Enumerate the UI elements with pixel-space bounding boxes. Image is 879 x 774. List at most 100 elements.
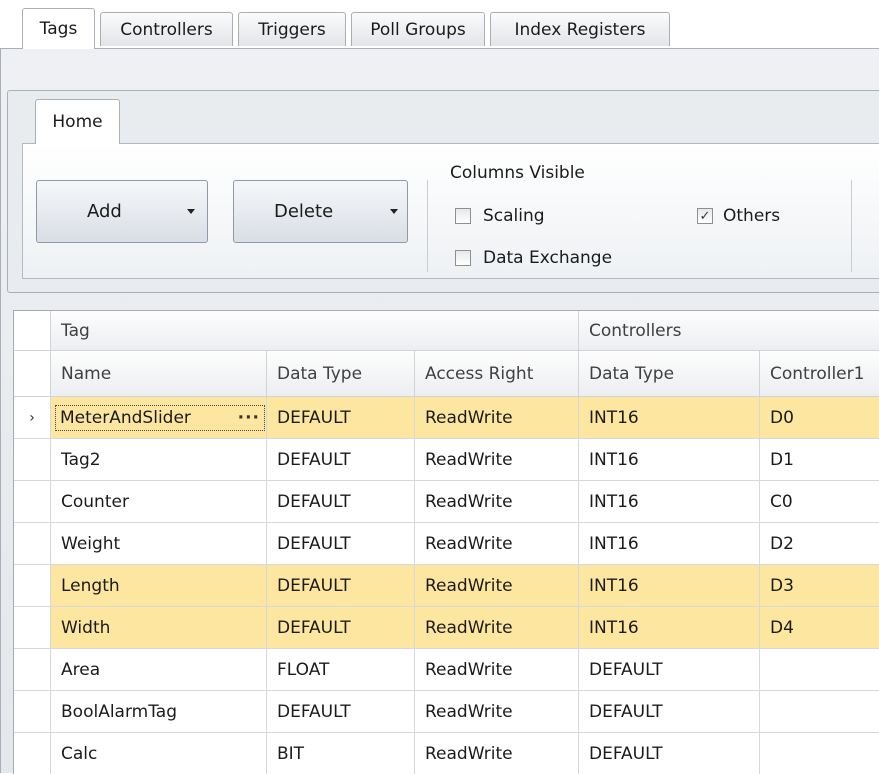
cell-text: FLOAT <box>277 659 330 680</box>
row-indicator-cell[interactable] <box>14 733 51 774</box>
tab-poll-groups[interactable]: Poll Groups <box>351 12 485 46</box>
add-button[interactable]: Add <box>36 180 208 243</box>
delete-button[interactable]: Delete <box>233 180 408 243</box>
column-header[interactable]: Data Type <box>267 351 415 397</box>
cell-text: ReadWrite <box>425 659 513 680</box>
checkbox-scaling[interactable]: Scaling <box>455 206 545 226</box>
table-cell[interactable]: DEFAULT <box>579 649 760 691</box>
row-indicator-cell[interactable] <box>14 649 51 691</box>
column-header[interactable]: Access Right <box>415 351 579 397</box>
table-row[interactable]: BoolAlarmTag DEFAULT ReadWrite DEFAULT <box>14 691 879 733</box>
table-cell[interactable]: Tag2 <box>51 439 267 481</box>
tab-triggers[interactable]: Triggers <box>238 12 346 46</box>
row-indicator-cell[interactable] <box>14 439 51 481</box>
table-cell[interactable]: ReadWrite <box>415 397 579 439</box>
table-cell[interactable]: DEFAULT <box>267 565 415 607</box>
table-cell[interactable]: Width <box>51 607 267 649</box>
ribbon-tab-home[interactable]: Home <box>35 99 120 144</box>
cell-editor[interactable]: MeterAndSlider ··· <box>55 404 265 431</box>
column-header[interactable]: Data Type <box>579 351 760 397</box>
checkbox-box[interactable] <box>455 250 471 266</box>
table-cell[interactable]: ReadWrite <box>415 733 579 774</box>
table-cell[interactable] <box>760 649 879 691</box>
table-cell[interactable]: DEFAULT <box>267 691 415 733</box>
row-indicator-cell[interactable] <box>14 691 51 733</box>
column-header[interactable]: Name <box>51 351 267 397</box>
tab-poll-groups-label: Poll Groups <box>370 19 466 40</box>
table-cell[interactable]: ReadWrite <box>415 481 579 523</box>
table-cell[interactable]: DEFAULT <box>267 439 415 481</box>
table-row[interactable]: Area FLOAT ReadWrite DEFAULT <box>14 649 879 691</box>
checkbox-box-checked[interactable]: ✓ <box>697 208 713 224</box>
table-cell[interactable]: C0 <box>760 481 879 523</box>
column-header[interactable]: Controller1 <box>760 351 879 397</box>
tab-index-registers[interactable]: Index Registers <box>490 12 670 46</box>
table-cell[interactable]: DEFAULT <box>267 607 415 649</box>
tab-controllers[interactable]: Controllers <box>100 12 233 46</box>
ribbon-separator <box>851 180 852 272</box>
table-row[interactable]: Length DEFAULT ReadWrite INT16 D3 <box>14 565 879 607</box>
tab-strip: Tags Controllers Triggers Poll Groups In… <box>0 0 879 49</box>
table-row[interactable]: Calc BIT ReadWrite DEFAULT <box>14 733 879 774</box>
table-cell[interactable]: MeterAndSlider ··· <box>51 397 267 439</box>
table-cell[interactable]: D1 <box>760 439 879 481</box>
table-row[interactable]: Tag2 DEFAULT ReadWrite INT16 D1 <box>14 439 879 481</box>
table-row[interactable]: Weight DEFAULT ReadWrite INT16 D2 <box>14 523 879 565</box>
table-cell[interactable]: INT16 <box>579 481 760 523</box>
table-row[interactable]: › MeterAndSlider ··· DEFAULT ReadWrite INT16 D… <box>14 397 879 439</box>
table-cell[interactable]: Calc <box>51 733 267 774</box>
table-cell[interactable]: ReadWrite <box>415 649 579 691</box>
table-cell[interactable]: INT16 <box>579 439 760 481</box>
ellipsis-button[interactable]: ··· <box>238 408 260 428</box>
table-cell[interactable] <box>760 691 879 733</box>
table-cell[interactable]: ReadWrite <box>415 565 579 607</box>
cell-text: DEFAULT <box>277 491 351 512</box>
cell-text: DEFAULT <box>277 449 351 470</box>
table-cell[interactable] <box>760 733 879 774</box>
table-cell[interactable]: DEFAULT <box>267 481 415 523</box>
table-row[interactable]: Counter DEFAULT ReadWrite INT16 C0 <box>14 481 879 523</box>
table-row[interactable]: Width DEFAULT ReadWrite INT16 D4 <box>14 607 879 649</box>
row-indicator-cell[interactable] <box>14 523 51 565</box>
tab-tags[interactable]: Tags <box>22 8 95 49</box>
table-cell[interactable]: Length <box>51 565 267 607</box>
cell-text: BoolAlarmTag <box>61 701 177 722</box>
tab-controllers-label: Controllers <box>120 19 213 40</box>
row-indicator-cell[interactable]: › <box>14 397 51 439</box>
table-cell[interactable]: D0 <box>760 397 879 439</box>
table-cell[interactable]: INT16 <box>579 565 760 607</box>
table-cell[interactable]: Counter <box>51 481 267 523</box>
table-cell[interactable]: Area <box>51 649 267 691</box>
table-cell[interactable]: DEFAULT <box>267 397 415 439</box>
table-cell[interactable]: ReadWrite <box>415 439 579 481</box>
table-cell[interactable]: BoolAlarmTag <box>51 691 267 733</box>
group-header-controllers[interactable]: Controllers <box>579 311 879 351</box>
group-header-tag[interactable]: Tag <box>51 311 579 351</box>
table-cell[interactable]: D3 <box>760 565 879 607</box>
table-cell[interactable]: DEFAULT <box>579 691 760 733</box>
checkbox-box[interactable] <box>455 208 471 224</box>
table-cell[interactable]: DEFAULT <box>267 523 415 565</box>
table-cell[interactable]: DEFAULT <box>579 733 760 774</box>
table-cell[interactable]: D4 <box>760 607 879 649</box>
table-cell[interactable]: ReadWrite <box>415 691 579 733</box>
checkbox-data-exchange[interactable]: Data Exchange <box>455 248 612 268</box>
table-cell[interactable]: INT16 <box>579 397 760 439</box>
table-cell[interactable]: ReadWrite <box>415 523 579 565</box>
row-indicator-cell[interactable] <box>14 607 51 649</box>
checkbox-others[interactable]: ✓ Others <box>697 206 780 226</box>
table-cell[interactable]: INT16 <box>579 607 760 649</box>
cell-text: Weight <box>61 533 121 554</box>
cell-text: D4 <box>770 617 794 638</box>
table-cell[interactable]: BIT <box>267 733 415 774</box>
row-indicator-cell[interactable] <box>14 481 51 523</box>
cell-text: DEFAULT <box>589 659 663 680</box>
table-cell[interactable]: D2 <box>760 523 879 565</box>
cell-text: DEFAULT <box>277 533 351 554</box>
row-indicator-cell[interactable] <box>14 565 51 607</box>
table-cell[interactable]: ReadWrite <box>415 607 579 649</box>
table-cell[interactable]: INT16 <box>579 523 760 565</box>
table-cell[interactable]: FLOAT <box>267 649 415 691</box>
table-cell[interactable]: Weight <box>51 523 267 565</box>
cell-text: D3 <box>770 575 794 596</box>
